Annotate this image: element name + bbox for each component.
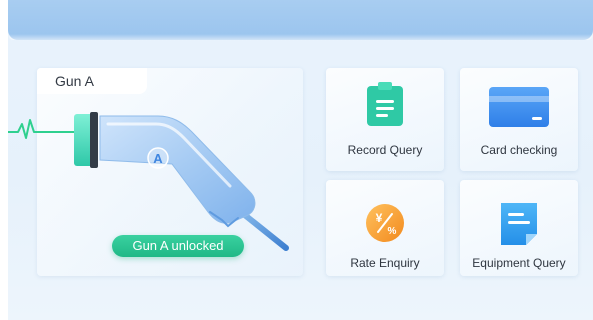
- card-checking-button[interactable]: Card checking: [460, 68, 578, 171]
- charging-screen: Gun A A Gun A unlocked Record Query Card…: [8, 0, 593, 320]
- gun-title: Gun A: [55, 73, 94, 89]
- rate-enquiry-label: Rate Enquiry: [350, 256, 420, 270]
- top-bar: [8, 0, 593, 40]
- equipment-query-label: Equipment Query: [472, 256, 566, 270]
- gun-badge-label: A: [153, 151, 163, 166]
- record-query-label: Record Query: [347, 143, 423, 157]
- clipboard-icon: [367, 82, 403, 126]
- card-checking-label: Card checking: [480, 143, 558, 157]
- gun-status-badge: Gun A unlocked: [112, 235, 244, 257]
- rate-enquiry-button[interactable]: ¥ % Rate Enquiry: [326, 180, 444, 276]
- gun-title-tab: Gun A: [37, 68, 147, 94]
- document-icon: [501, 203, 537, 245]
- record-query-button[interactable]: Record Query: [326, 68, 444, 171]
- equipment-query-button[interactable]: Equipment Query: [460, 180, 578, 276]
- svg-text:%: %: [388, 226, 397, 237]
- card-icon: [489, 87, 549, 127]
- rate-icon: ¥ %: [366, 204, 404, 242]
- svg-text:¥: ¥: [376, 211, 383, 225]
